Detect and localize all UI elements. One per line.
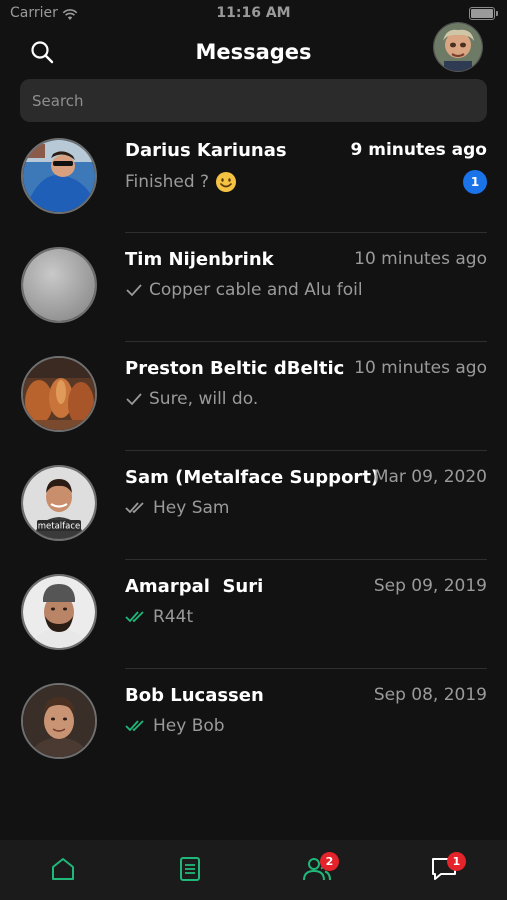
search-input[interactable] [20,79,487,122]
contact-name: Amarpal Suri [125,576,264,597]
message-preview: R44t [125,607,193,627]
home-icon [52,858,74,880]
message-preview: Hey Bob [125,716,225,736]
contact-name: Preston Beltic dBeltic [125,358,345,379]
unread-count-badge: 1 [463,170,487,194]
conversation-row[interactable]: Darius Kariunas 9 minutes ago Finished ?… [0,124,507,233]
message-time: Sep 09, 2019 [373,576,487,596]
double-check-icon [125,502,144,514]
message-time: 9 minutes ago [350,140,487,160]
message-preview: Sure, will do. [125,389,258,409]
contact-name: Darius Kariunas [125,140,287,161]
avatar [21,138,97,214]
tab-home[interactable] [0,840,126,900]
avatar [21,247,97,323]
page-title: Messages [195,40,312,64]
conversation-row[interactable]: Amarpal Suri Sep 09, 2019 R44t [0,560,507,669]
avatar [21,574,97,650]
message-preview: Finished ? [125,171,237,193]
contact-name: Tim Nijenbrink [125,249,274,270]
read-check-icon [125,720,144,732]
preview-text: Sure, will do. [149,389,259,409]
read-check-icon [125,611,144,623]
contact-name: Bob Lucassen [125,685,264,706]
preview-text: Hey Bob [153,716,225,736]
battery-icon [469,7,498,20]
conversation-row[interactable]: Bob Lucassen Sep 08, 2019 Hey Bob [0,669,507,778]
tab-messages[interactable]: 1 [381,840,507,900]
search-bar [20,79,487,122]
avatar [21,356,97,432]
sent-check-icon [126,284,142,297]
message-time: 10 minutes ago [354,358,487,378]
preview-text: Finished ? [125,172,210,192]
contact-name: Sam (Metalface Support) [125,467,380,488]
status-bar: Carrier 11:16 AM [0,0,507,28]
profile-avatar[interactable] [433,22,483,72]
search-icon [31,41,54,64]
conversation-row[interactable]: metalface Sam (Metalface Support) Mar 09… [0,451,507,560]
header: Messages [0,22,507,78]
preview-text: R44t [153,607,194,627]
notification-badge: 1 [447,852,466,871]
message-time: Sep 08, 2019 [373,685,487,705]
message-time: Mar 09, 2020 [373,467,487,487]
message-preview: Copper cable and Alu foil [125,280,363,300]
avatar-brand-label: metalface [38,522,81,532]
avatar [21,683,97,759]
document-icon [180,857,200,881]
conversation-row[interactable]: Tim Nijenbrink 10 minutes ago Copper cab… [0,233,507,342]
tab-bar: 2 1 [0,840,507,900]
status-time: 11:16 AM [216,5,291,21]
message-preview: Hey Sam [125,498,229,518]
message-time: 10 minutes ago [354,249,487,269]
avatar: metalface [21,465,97,541]
smile-emoji-icon [216,172,237,192]
preview-text: Copper cable and Alu foil [149,280,363,300]
conversation-row[interactable]: Preston Beltic dBeltic 10 minutes ago Su… [0,342,507,451]
tab-documents[interactable] [127,840,253,900]
conversation-list: Darius Kariunas 9 minutes ago Finished ?… [0,124,507,778]
notification-badge: 2 [320,852,339,871]
search-button[interactable] [28,38,58,68]
preview-text: Hey Sam [153,498,230,518]
tab-contacts[interactable]: 2 [254,840,380,900]
sent-check-icon [126,393,142,406]
